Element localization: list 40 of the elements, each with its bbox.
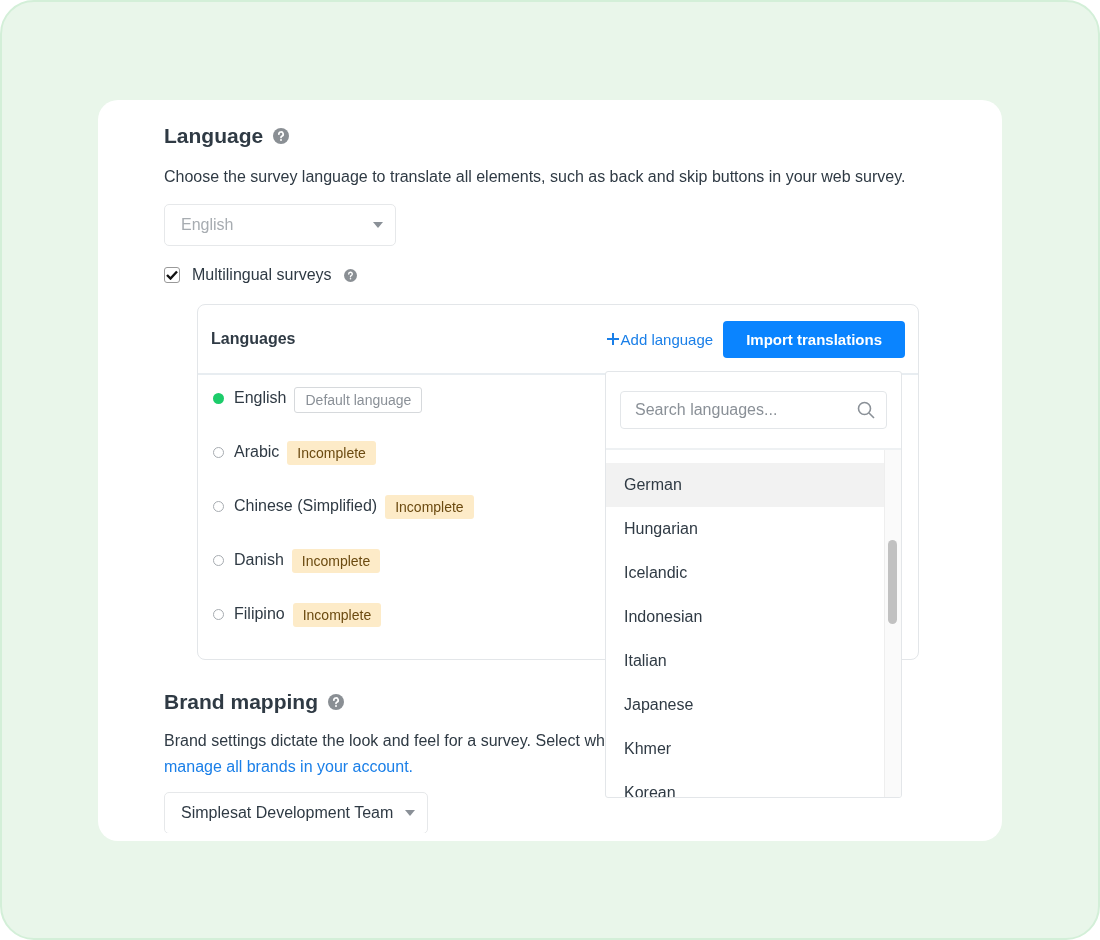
help-icon[interactable] [328,694,344,710]
checkbox-label: Multilingual surveys [192,266,332,284]
scrollbar-thumb[interactable] [888,540,897,624]
plus-icon [606,333,619,345]
language-option[interactable]: Japanese [606,683,884,727]
section-title: Language [164,124,264,148]
section-title: Brand mapping [164,690,318,714]
section-description: Brand settings dictate the look and feel for a survey. Select wh [164,732,605,750]
radio-button[interactable] [213,447,224,458]
language-name: English [234,389,287,407]
status-badge: Incomplete [292,603,382,627]
manage-brands-link[interactable]: manage all brands in your account. [164,758,414,776]
language-option[interactable]: Khmer [606,727,884,771]
language-option[interactable]: Icelandic [606,551,884,595]
caret-icon [405,810,415,816]
status-badge: Incomplete [291,549,381,573]
language-name: Danish [234,551,284,569]
caret-icon [373,222,383,228]
language-name: Arabic [234,443,280,461]
status-badge: Incomplete [385,495,474,519]
status-badge: Incomplete [287,441,376,465]
radio-button[interactable] [213,501,224,512]
language-option[interactable]: German [606,463,884,507]
language-option[interactable]: Italian [606,639,884,683]
search-field[interactable]: Search languages... [620,391,887,429]
panel-title: Languages [211,330,296,348]
radio-button[interactable] [213,555,224,566]
help-icon[interactable] [343,268,357,282]
language-name: Filipino [234,605,285,623]
language-name: Chinese (Simplified) [234,497,378,515]
language-option[interactable]: Hungarian [606,507,884,551]
import-button[interactable]: Import translations [723,320,905,358]
language-option[interactable]: Indonesian [606,595,884,639]
checkbox[interactable] [164,267,180,283]
add-language-link[interactable]: Add language [606,330,714,348]
section-description: Choose the survey language to translate all elements, such as back and skip buttons in your web survey. [164,168,906,186]
radio-button[interactable] [213,609,224,620]
help-icon[interactable] [273,128,290,144]
default-badge: Default language [294,387,423,413]
search-icon [857,401,875,419]
